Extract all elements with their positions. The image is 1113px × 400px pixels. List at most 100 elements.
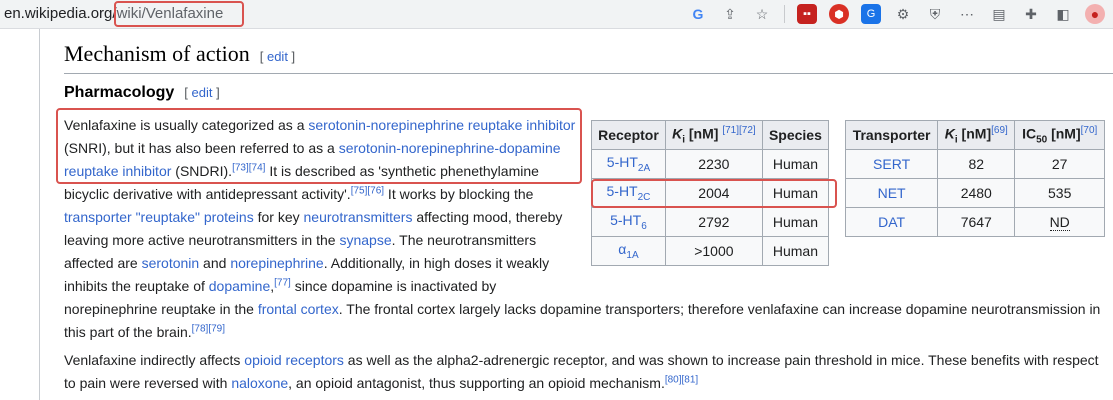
table-row: 5-HT2A 2230 Human [591,149,830,179]
table-row: 5-HT6 2792 Human [591,207,830,237]
sidebar-divider [39,29,40,400]
text: [nM] [957,125,992,142]
opioid-receptors-link[interactable]: opioid receptors [244,352,344,368]
receptor-link[interactable]: 5-HT6 [610,212,647,232]
ki-cell: 2230 [664,149,763,179]
receptor-cell: α1A [591,236,666,266]
ref-78-79[interactable]: [78][79] [192,323,225,334]
receptor-link[interactable]: α1A [618,241,638,261]
transporter-proteins-link[interactable]: transporter "reuptake" proteins [64,209,254,225]
extension-icons: G ⇪ ☆ ▪▪ ⬢ G ⚙ ⛨ ⋯ ▤ ✚ ◧ ● [688,3,1105,25]
paragraph-1-continued: norepinephrine reuptake in the frontal c… [64,298,1113,344]
table-row: α1A >1000 Human [591,236,830,266]
highlight-box-5ht2c-row [591,179,837,208]
column-header-ki: Ki [nM] [71][72] [664,120,763,150]
transporter-link[interactable]: NET [878,185,906,201]
dots-circle-icon[interactable]: ⋯ [957,4,977,24]
section-title: Mechanism of action [64,41,250,66]
text: since dopamine is inactivated by [290,278,497,294]
text: this part of the brain. [64,324,192,340]
transporter-link[interactable]: SERT [873,156,910,172]
url-host: en.wikipedia.org/ [4,5,117,22]
subsection-heading: Pharmacology [ edit ] [64,84,220,102]
text: . The neurotransmitters [391,232,537,248]
receptor-link[interactable]: 5-HT2A [607,154,650,174]
google-icon[interactable]: G [688,4,708,24]
text: K [672,125,683,142]
ref-80-81[interactable]: [80][81] [665,374,698,385]
subsection-edit-link: [ edit ] [184,85,220,100]
column-header-species: Species [761,120,830,150]
highlight-box-snri-text [56,108,582,184]
ic50-cell: 27 [1014,149,1105,179]
ki-cell: >1000 [664,236,763,266]
serotonin-link[interactable]: serotonin [142,255,200,271]
ref-75-76[interactable]: [75][76] [351,185,384,196]
text: 50 [1036,134,1048,146]
puzzle-icon[interactable]: ✚ [1021,4,1041,24]
column-header-transporter: Transporter [844,120,939,150]
neurotransmitters-link[interactable]: neurotransmitters [304,209,413,225]
table-row: SERT 82 27 [844,149,1105,179]
ic50-cell: ND [1014,207,1105,237]
ublock-icon[interactable]: ⬢ [829,4,849,24]
transporter-table: Transporter Ki [nM][69] IC50 [nM][70] SE… [844,120,1105,237]
text: inhibits the reuptake of [64,278,209,294]
frontal-cortex-link[interactable]: frontal cortex [258,301,339,317]
text: It works by blocking the [384,186,534,202]
profile-avatar-icon[interactable]: ● [1085,4,1105,24]
naloxone-link[interactable]: naloxone [231,375,288,391]
table-header-row: Receptor Ki [nM] [71][72] Species [591,120,830,150]
ref-71-72[interactable]: [71][72] [722,125,755,136]
section-heading: Mechanism of action [ edit ] [64,41,295,67]
ki-cell: 2792 [664,207,763,237]
ref-77[interactable]: [77] [274,277,291,288]
text: Venlafaxine indirectly affects [64,352,245,368]
text: to pain were reversed with [64,375,232,391]
text: affected are [64,255,142,271]
norepinephrine-link[interactable]: norepinephrine [230,255,323,271]
ki-cell: 82 [937,149,1016,179]
extension-red-icon[interactable]: ▪▪ [797,4,817,24]
section-edit-link: [ edit ] [259,49,296,64]
gear-icon[interactable]: ⚙ [893,4,913,24]
synapse-link[interactable]: synapse [339,232,391,248]
text: [nM] [684,125,723,142]
text: , an opioid antagonist, thus supporting … [288,375,665,391]
species-cell: Human [761,207,830,237]
receptor-cell: 5-HT6 [591,207,666,237]
dopamine-link[interactable]: dopamine [209,278,271,294]
ref-69[interactable]: [69] [991,125,1008,136]
reader-icon[interactable]: ▤ [989,4,1009,24]
translate-icon[interactable]: G [861,4,881,24]
toolbar-divider [784,5,785,23]
ki-cell: 7647 [937,207,1016,237]
sidebar-icon[interactable]: ◧ [1053,4,1073,24]
ref-70[interactable]: [70] [1081,125,1098,136]
text: K [944,125,955,142]
species-cell: Human [761,236,830,266]
text: bicyclic derivative with antidepressant … [64,186,351,202]
column-header-ki: Ki [nM][69] [937,120,1016,150]
star-icon[interactable]: ☆ [752,4,772,24]
edit-link[interactable]: edit [192,85,213,100]
table-row: DAT 7647 ND [844,207,1105,237]
edit-link[interactable]: edit [267,49,288,64]
transporter-cell: SERT [844,149,939,179]
text: [nM] [1047,125,1081,142]
nd-abbr: ND [1049,214,1070,231]
article-content: Mechanism of action [ edit ] Pharmacology… [0,29,1113,400]
shield-icon[interactable]: ⛨ [925,4,945,24]
column-header-ic50: IC50 [nM][70] [1014,120,1105,150]
text: as well as the alpha2-adrenergic recepto… [343,352,1099,368]
text: affecting mood, thereby [412,209,563,225]
text: norepinephrine reuptake in the [64,301,258,317]
text: leaving more active neurotransmitters in… [64,232,340,248]
transporter-cell: NET [844,178,939,208]
transporter-link[interactable]: DAT [878,214,905,230]
share-icon[interactable]: ⇪ [720,4,740,24]
text: . The frontal cortex largely lacks dopam… [338,301,1101,317]
paragraph-2: Venlafaxine indirectly affects opioid re… [64,349,1113,395]
text: IC [1022,125,1037,142]
text: for key [253,209,304,225]
